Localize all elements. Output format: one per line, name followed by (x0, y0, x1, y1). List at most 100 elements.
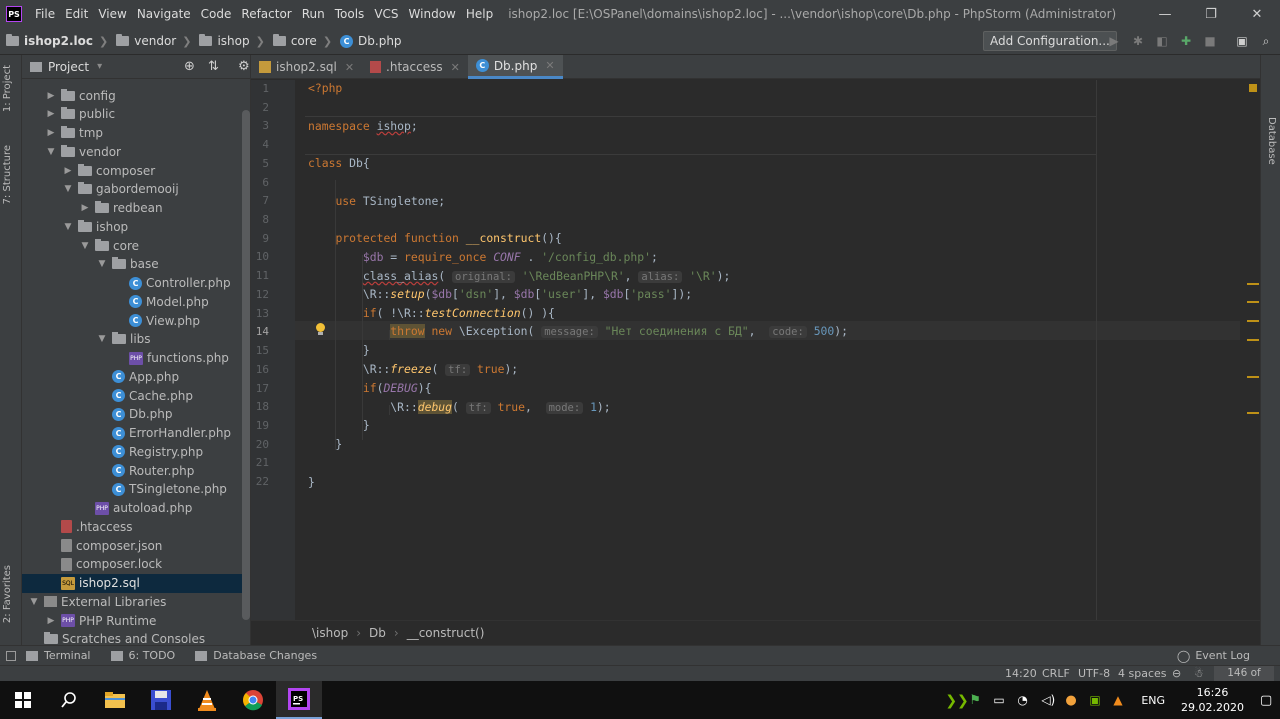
breadcrumb-class[interactable]: Db (369, 626, 386, 640)
flag-icon[interactable]: ⚑ (969, 693, 985, 708)
warning-mark[interactable] (1247, 412, 1259, 414)
line-number[interactable]: 3 (239, 119, 269, 132)
chevron-right-icon[interactable]: ▶ (45, 109, 57, 119)
tree-item[interactable]: SQL ishop2.sql (22, 573, 250, 593)
inspection-warning-icon[interactable] (1249, 84, 1257, 92)
file-explorer-icon[interactable] (92, 681, 138, 719)
gear-icon[interactable]: ⚙ (238, 59, 250, 74)
restore-button[interactable]: ❐ (1188, 0, 1234, 28)
memory-indicator[interactable]: 146 of 725M (1214, 666, 1274, 694)
chevron-down-icon[interactable]: ▼ (96, 259, 108, 269)
tree-item[interactable]: ▼ vendor (22, 142, 250, 161)
line-number[interactable]: 6 (239, 176, 269, 189)
tree-item[interactable]: .htaccess (22, 517, 250, 536)
line-number[interactable]: 19 (239, 419, 269, 432)
menu-vcs[interactable]: VCS (369, 0, 403, 28)
line-number[interactable]: 12 (239, 288, 269, 301)
ospanel-icon[interactable]: ● (1065, 693, 1081, 708)
menu-refactor[interactable]: Refactor (236, 0, 296, 28)
vlc-icon[interactable] (184, 681, 230, 719)
code-editor[interactable]: <?php namespace ishop; class Db{ use TSi… (295, 80, 1240, 620)
add-configuration-button[interactable]: Add Configuration... (983, 31, 1117, 51)
line-number[interactable]: 5 (239, 157, 269, 170)
line-number[interactable]: 4 (239, 138, 269, 151)
tree-item[interactable]: C View.php (22, 311, 250, 330)
warning-mark[interactable] (1247, 376, 1259, 378)
run-icon[interactable]: ▶ (1106, 33, 1122, 49)
tree-item[interactable]: ▼ libs (22, 330, 250, 349)
tab-favorites[interactable]: 2: Favorites (2, 565, 13, 623)
chevron-right-icon[interactable]: ▶ (45, 128, 57, 138)
save-app-icon[interactable] (138, 681, 184, 719)
breadcrumb-method[interactable]: __construct() (407, 626, 485, 640)
line-number[interactable]: 16 (239, 363, 269, 376)
language-indicator[interactable]: ENG (1141, 694, 1165, 707)
terminal-button[interactable]: Terminal (26, 649, 91, 662)
chevron-down-icon[interactable]: ▾ (97, 61, 102, 72)
chevron-down-icon[interactable]: ▼ (79, 241, 91, 251)
chevron-right-icon[interactable]: ▶ (62, 166, 74, 176)
stop-icon[interactable]: ■ (1202, 33, 1218, 49)
tree-item[interactable]: ▼ gabordemooij (22, 180, 250, 199)
tree-item[interactable]: C Cache.php (22, 386, 250, 405)
warning-mark[interactable] (1247, 339, 1259, 341)
tree-item[interactable]: composer.lock (22, 555, 250, 574)
close-tab-icon[interactable]: ✕ (345, 61, 354, 74)
indent-setting[interactable]: 4 spaces (1118, 666, 1167, 681)
nav-crumb-file[interactable]: C Db.php (334, 34, 404, 48)
breadcrumb-namespace[interactable]: \ishop (312, 626, 348, 640)
line-number[interactable]: 13 (239, 307, 269, 320)
chevron-down-icon[interactable]: ▼ (62, 184, 74, 194)
phpstorm-taskbar-icon[interactable]: PS (276, 681, 322, 719)
close-tab-icon[interactable]: ✕ (451, 61, 460, 74)
menu-edit[interactable]: Edit (60, 0, 93, 28)
tab-project[interactable]: 1: Project (2, 65, 13, 112)
locate-icon[interactable]: ⊕ (184, 59, 195, 74)
chrome-icon[interactable] (230, 681, 276, 719)
intention-bulb-icon[interactable] (315, 323, 326, 337)
tree-item[interactable]: C ErrorHandler.php (22, 424, 250, 443)
tab-structure[interactable]: 7: Structure (2, 145, 13, 204)
chevron-right-icon[interactable]: ▶ (79, 203, 91, 213)
tree-item[interactable]: C Db.php (22, 405, 250, 424)
debug-icon[interactable]: ✱ (1130, 33, 1146, 49)
coverage-icon[interactable]: ◧ (1154, 33, 1170, 49)
caret-position[interactable]: 14:20 (1005, 666, 1037, 681)
lock-icon[interactable]: ⊖ (1172, 666, 1181, 681)
line-separator[interactable]: CRLF (1042, 666, 1070, 681)
tree-item[interactable]: composer.json (22, 536, 250, 555)
tree-item[interactable]: C App.php (22, 367, 250, 386)
vlc-tray-icon[interactable]: ▲ (1113, 693, 1129, 707)
line-number[interactable]: 18 (239, 400, 269, 413)
close-button[interactable]: ✕ (1234, 0, 1280, 28)
minimize-button[interactable]: — (1142, 0, 1188, 28)
tab-htaccess[interactable]: .htaccess ✕ (362, 55, 468, 79)
project-panel-title[interactable]: Project (48, 60, 89, 74)
tree-item[interactable]: C Registry.php (22, 442, 250, 461)
clock[interactable]: 16:26 29.02.2020 (1181, 685, 1244, 715)
nav-crumb-vendor[interactable]: vendor ❯ (110, 34, 193, 48)
tree-item[interactable]: PHP autoload.php (22, 499, 250, 518)
chevron-down-icon[interactable]: ▼ (28, 597, 40, 607)
menu-navigate[interactable]: Navigate (132, 0, 196, 28)
menu-view[interactable]: View (93, 0, 131, 28)
menu-code[interactable]: Code (196, 0, 237, 28)
tab-database[interactable]: Database (1266, 117, 1277, 165)
line-number[interactable]: 22 (239, 475, 269, 488)
windows-start-icon[interactable] (0, 681, 46, 719)
tree-item[interactable]: PHP functions.php (22, 349, 250, 368)
database-changes-button[interactable]: Database Changes (195, 649, 317, 662)
tree-item[interactable]: C TSingletone.php (22, 480, 250, 499)
line-number[interactable]: 8 (239, 213, 269, 226)
line-number[interactable]: 11 (239, 269, 269, 282)
volume-icon[interactable]: ◁) (1041, 693, 1057, 707)
tree-item[interactable]: C Router.php (22, 461, 250, 480)
tree-item[interactable]: ▶ PHP PHP Runtime (22, 611, 250, 630)
menu-window[interactable]: Window (404, 0, 461, 28)
collapse-all-icon[interactable]: ⇅ (208, 59, 219, 74)
search-everywhere-icon[interactable]: ⌕ (1258, 33, 1274, 49)
nav-crumb-project[interactable]: ishop2.loc ❯ (0, 34, 110, 48)
line-number[interactable]: 14 (239, 325, 269, 338)
file-encoding[interactable]: UTF-8 (1078, 666, 1110, 681)
nav-crumb-core[interactable]: core ❯ (267, 34, 334, 48)
